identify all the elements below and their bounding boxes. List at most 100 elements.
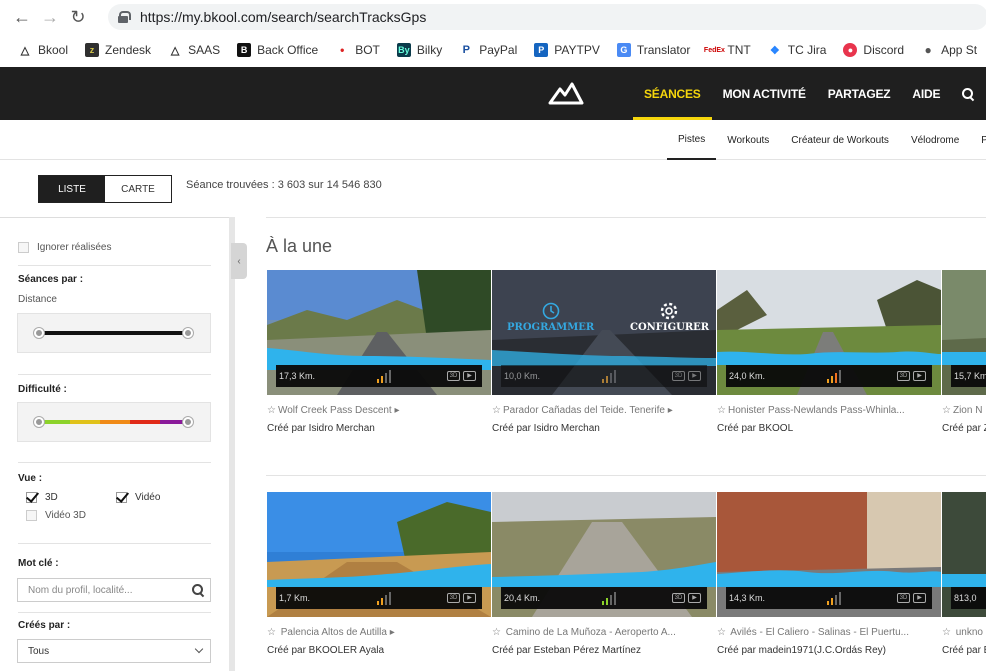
search-icon[interactable]	[192, 584, 204, 596]
view-video3d-option[interactable]: Vidéo 3D	[26, 510, 86, 521]
track-card[interactable]: 20,4 Km. 3D ▶	[492, 492, 716, 617]
forward-arrow-icon[interactable]: →	[36, 3, 64, 31]
track-card[interactable]: PROGRAMMER CONFIGURER 10,0 Km. 3D ▶	[492, 270, 716, 395]
track-card[interactable]: 24,0 Km. 3D ▶	[717, 270, 941, 395]
star-icon[interactable]: ☆	[717, 627, 726, 638]
nav-partagez[interactable]: PARTAGEZ	[817, 67, 902, 120]
distance-min-handle[interactable]	[34, 328, 44, 338]
ignore-done-row[interactable]: Ignorer réalisées	[18, 242, 111, 253]
tab-workouts[interactable]: Workouts	[716, 120, 780, 160]
tab-pistes[interactable]: Pistes	[667, 120, 717, 160]
track-title[interactable]: ☆ Parador Cañadas del Teide. Tenerife ▸	[492, 405, 714, 416]
track-title[interactable]: ☆ Wolf Creek Pass Descent ▸	[267, 405, 489, 416]
address-bar[interactable]: https://my.bkool.com/search/searchTracks…	[108, 4, 986, 30]
bookmark-zendesk[interactable]: z Zendesk	[85, 43, 151, 57]
main-nav: SÉANCES MON ACTIVITÉ PARTAGEZ AIDE	[633, 67, 985, 120]
view-video3d-checkbox[interactable]	[26, 510, 37, 521]
play-triangle-icon: ▸	[667, 405, 673, 416]
map-view-button[interactable]: CARTE	[105, 176, 171, 202]
bookmark-saas[interactable]: △ SAAS	[168, 43, 220, 57]
discord-icon: ●	[843, 43, 858, 57]
bookmark-bilky[interactable]: By Bilky	[396, 43, 442, 57]
track-card[interactable]: 15,7 Km.	[942, 270, 986, 395]
bookmark-discord[interactable]: ● Discord	[843, 43, 904, 57]
keyword-input[interactable]: Nom du profil, localité...	[17, 578, 211, 602]
track-title[interactable]: ☆ unkno	[942, 627, 986, 638]
track-title[interactable]: ☆ Zion N	[942, 405, 986, 416]
bookmark-app-store[interactable]: ● App St	[921, 43, 977, 57]
track-author: Créé par Isidro Merchan	[492, 423, 600, 434]
difficulty-slider[interactable]	[17, 402, 211, 442]
star-icon[interactable]: ☆	[267, 405, 276, 416]
distance-max-handle[interactable]	[183, 328, 193, 338]
track-card[interactable]: 14,3 Km. 3D ▶	[717, 492, 941, 617]
tab-velodrome[interactable]: Vélodrome	[900, 120, 970, 160]
ignore-done-checkbox[interactable]	[18, 242, 29, 253]
zendesk-icon: z	[85, 43, 100, 57]
url-text[interactable]: https://my.bkool.com/search/searchTracks…	[140, 9, 426, 25]
track-card[interactable]: 17,3 Km. 3D ▶	[267, 270, 491, 395]
view-video3d-label: Vidéo 3D	[45, 510, 86, 522]
nav-mon-activite[interactable]: MON ACTIVITÉ	[712, 67, 817, 120]
video-icon: ▶	[688, 371, 701, 381]
sub-nav: Pistes Workouts Créateur de Workouts Vél…	[0, 120, 986, 160]
programmer-button[interactable]: PROGRAMMER	[507, 322, 594, 333]
reload-icon[interactable]: ↻	[64, 3, 92, 31]
track-card[interactable]: 813,0	[942, 492, 986, 617]
track-mode-icons: 3D ▶	[444, 371, 476, 381]
distance-slider[interactable]	[17, 313, 211, 353]
difficulty-bars-icon	[602, 370, 616, 383]
bookmark-tc-jira[interactable]: ❖ TC Jira	[768, 43, 827, 57]
sessions-by-label: Séances par :	[18, 274, 84, 285]
difficulty-min-handle[interactable]	[34, 417, 44, 427]
difficulty-max-handle[interactable]	[183, 417, 193, 427]
track-title-text: Palencia Altos de Autilla	[280, 627, 387, 638]
video-icon: ▶	[688, 593, 701, 603]
track-distance: 1,7 Km.	[279, 593, 311, 603]
bookmark-paypal[interactable]: P PayPal	[459, 43, 518, 57]
view-video-option[interactable]: Vidéo	[116, 492, 160, 503]
track-title[interactable]: ☆ Honister Pass-Newlands Pass-Whinla...	[717, 405, 939, 416]
view-toggle: LISTE CARTE	[38, 175, 172, 203]
gear-icon[interactable]	[659, 301, 679, 321]
tab-programmes[interactable]: Progr	[970, 120, 986, 160]
paypal-icon: P	[462, 44, 470, 56]
nav-seances[interactable]: SÉANCES	[633, 67, 712, 120]
star-icon[interactable]: ☆	[942, 627, 951, 638]
bookmark-paytpv[interactable]: P PAYTPV	[534, 43, 600, 57]
view-3d-checkbox[interactable]	[26, 492, 37, 503]
back-arrow-icon[interactable]: ←	[8, 3, 36, 31]
view-video-checkbox[interactable]	[116, 492, 127, 503]
star-icon[interactable]: ☆	[267, 627, 276, 638]
track-title[interactable]: ☆ Palencia Altos de Autilla ▸	[267, 627, 489, 638]
view-3d-option[interactable]: 3D	[26, 492, 58, 503]
list-view-button[interactable]: LISTE	[39, 176, 105, 202]
collapse-sidebar-button[interactable]: ‹	[231, 243, 247, 279]
star-icon[interactable]: ☆	[492, 405, 501, 416]
bookmark-bkool[interactable]: △ Bkool	[18, 43, 68, 57]
bookmark-label: PAYTPV	[554, 43, 600, 57]
bookmark-back-office[interactable]: B Back Office	[237, 43, 318, 57]
bookmark-bot[interactable]: • BOT	[335, 43, 380, 57]
configurer-button[interactable]: CONFIGURER	[630, 322, 709, 333]
sidebar-scrollbar[interactable]	[229, 217, 235, 671]
bookmark-tnt[interactable]: FedEx TNT	[704, 43, 751, 57]
star-icon[interactable]: ☆	[942, 405, 951, 416]
nav-search[interactable]	[951, 67, 985, 120]
video-icon: ▶	[463, 593, 476, 603]
created-by-select[interactable]: Tous	[17, 639, 211, 663]
track-author: Créé par Isidro Merchan	[267, 423, 375, 434]
paytpv-icon: P	[534, 43, 549, 57]
track-card[interactable]: 1,7 Km. 3D ▶	[267, 492, 491, 617]
track-title[interactable]: ☆ Avilés - El Caliero - Salinas - El Pue…	[717, 627, 939, 638]
star-icon[interactable]: ☆	[492, 627, 501, 638]
bookmark-translator[interactable]: G Translator	[616, 43, 690, 57]
clock-icon[interactable]	[542, 302, 560, 320]
nav-aide[interactable]: AIDE	[901, 67, 951, 120]
difficulty-bars-icon	[377, 370, 391, 383]
section-title: À la une	[266, 236, 333, 256]
tab-createur-workouts[interactable]: Créateur de Workouts	[780, 120, 900, 160]
star-icon[interactable]: ☆	[717, 405, 726, 416]
bkool-logo-icon[interactable]	[548, 81, 584, 105]
track-title[interactable]: ☆ Camino de La Muñoza - Aeroperto A...	[492, 627, 714, 638]
